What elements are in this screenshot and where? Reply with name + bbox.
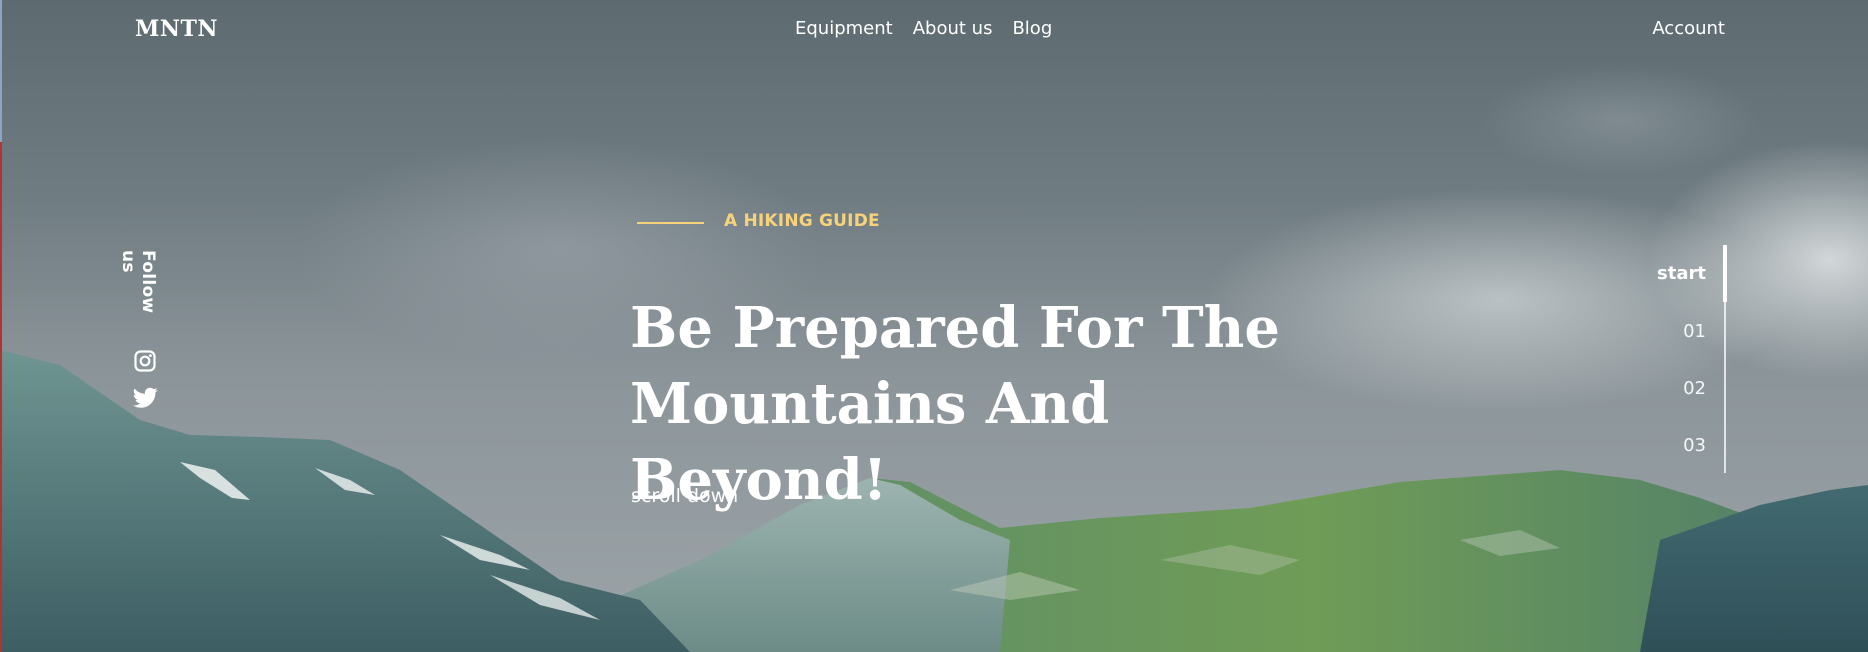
main-nav: Equipment About us Blog [795,18,1052,39]
pager-active-indicator [1723,245,1727,302]
pager-item-01[interactable]: 01 [1683,321,1706,342]
twitter-icon[interactable] [133,387,158,409]
eyebrow-divider [637,222,704,224]
nav-item-about-us[interactable]: About us [913,18,993,39]
hero-eyebrow: A HIKING GUIDE [724,211,880,231]
follow-us-label: Follow us [118,250,158,314]
hero-title-line-1: Be Prepared For The [630,295,1280,361]
account-link[interactable]: Account [1652,18,1725,39]
pager-item-start[interactable]: start [1657,263,1706,284]
nav-item-equipment[interactable]: Equipment [795,18,893,39]
scroll-down-link[interactable]: scroll down [631,485,738,507]
pager-item-03[interactable]: 03 [1683,435,1706,456]
left-edge-accent [0,0,2,142]
brand-logo[interactable]: MNTN [135,16,218,42]
slide-pager: start 01 02 03 [1606,245,1727,473]
nav-item-blog[interactable]: Blog [1012,18,1052,39]
instagram-icon[interactable] [133,349,157,373]
hero-title: Be Prepared For The Mountains And Beyond… [630,290,1350,518]
pager-item-02[interactable]: 02 [1683,378,1706,399]
left-edge-accent [0,142,2,652]
